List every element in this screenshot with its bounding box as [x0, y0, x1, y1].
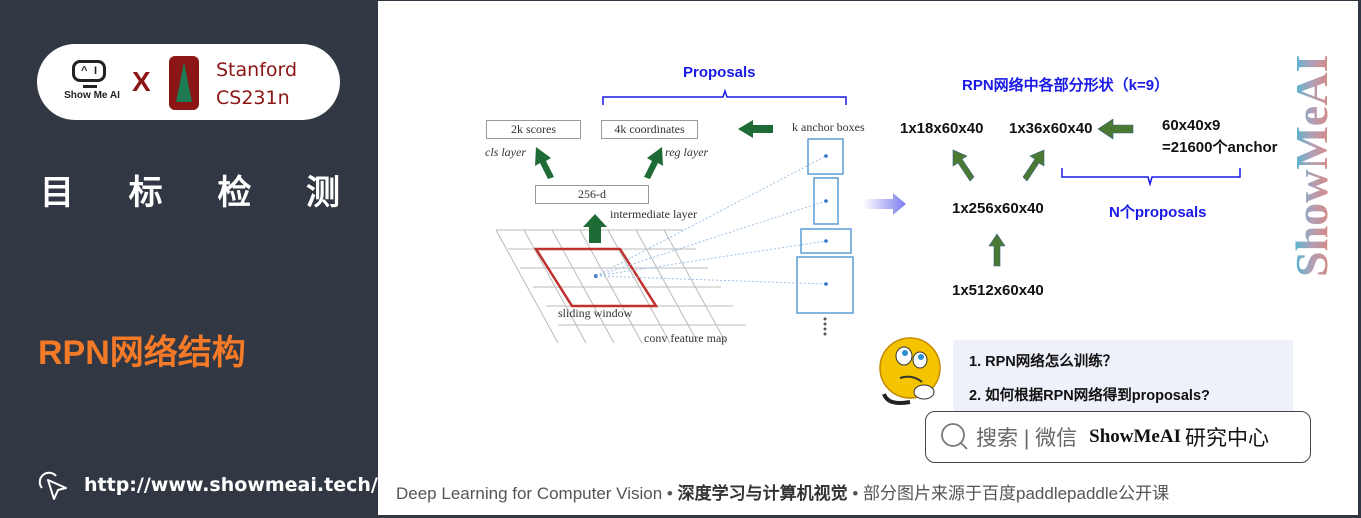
question-1: 1. RPN网络怎么训练？ [969, 354, 1118, 370]
arrow-to-reg-shape-icon [1022, 149, 1045, 182]
slide-footer: Deep Learning for Computer Vision • 深度学习… [396, 484, 1170, 503]
n-proposals-bracket [1061, 168, 1241, 187]
input-shape: 1x512x60x40 [952, 282, 1044, 299]
reg-layer-label: reg layer [665, 145, 709, 159]
thinking-face-icon [879, 337, 941, 405]
feature-map-grid [495, 229, 746, 344]
transition-arrow-icon [863, 193, 906, 215]
anchor-boxes-label: k anchor boxes [792, 120, 865, 134]
more-anchors-dots [823, 317, 827, 336]
cls-layer-label: cls layer [485, 145, 526, 159]
search-prefix: 搜索 | 微信 [976, 427, 1078, 450]
anchors-count-line1: 60x40x9 [1162, 117, 1221, 134]
input-arrow-icon [988, 233, 1006, 267]
stanford-course-title: Stanford CS231n [216, 59, 298, 109]
anchors-count-line2: =21600个anchor [1162, 139, 1278, 156]
feature-map-label: conv feature map [644, 331, 728, 345]
n-proposals-label: N个proposals [1109, 204, 1207, 221]
anchors-arrow-icon [1097, 118, 1134, 140]
left-arrow-icon [738, 120, 773, 138]
wechat-search-box[interactable]: 搜索 | 微信 ShowMeAI 研究中心 [925, 411, 1311, 463]
category-title: 目 标 检 测 [40, 174, 340, 212]
up-arrow-icon [583, 214, 607, 243]
search-icon [941, 423, 968, 450]
showmeai-watermark: ShowMeAI [1286, 55, 1337, 277]
arrow-to-reg-icon [644, 147, 663, 179]
section-title: RPN网络结构 [38, 334, 246, 372]
arrow-to-cls-icon [535, 147, 554, 179]
arrow-to-cls-shape-icon [952, 149, 975, 182]
reg-shape: 1x36x60x40 [1009, 120, 1093, 137]
search-suffix: 研究中心 [1184, 427, 1269, 450]
intermediate-box: 256-d [535, 185, 649, 204]
site-link[interactable]: http://www.showmeai.tech/ [36, 468, 378, 502]
showmeai-logo: ^ I Show Me AI [59, 60, 125, 108]
anchor-boxes [796, 138, 854, 314]
intermediate-shape: 1x256x60x40 [952, 200, 1044, 217]
intermediate-layer-label: intermediate layer [610, 207, 697, 221]
svg-text:ShowMeAI: ShowMeAI [1286, 55, 1337, 277]
sidebar: ^ I Show Me AI X Stanford CS231n 目 标 检 测 … [0, 0, 378, 518]
shapes-title: RPN网络中各部分形状（k=9） [962, 77, 1170, 94]
coordinates-box: 4k coordinates [601, 120, 698, 139]
sliding-window-label: sliding window [558, 306, 633, 320]
question-2: 2. 如何根据RPN网络得到proposals? [969, 388, 1210, 404]
scores-box: 2k scores [486, 120, 581, 139]
cross-mark: X [132, 66, 151, 97]
questions-box: 1. RPN网络怎么训练？ 2. 如何根据RPN网络得到proposals? [953, 340, 1293, 414]
proposals-bracket [602, 88, 847, 105]
showmeai-logo-text: Show Me AI [64, 90, 120, 101]
stanford-tree-icon [169, 56, 199, 110]
slide: Proposals 2k scores 4k coordinates cls l… [378, 1, 1358, 515]
search-brand: ShowMeAI [1089, 426, 1181, 447]
cls-shape: 1x18x60x40 [900, 120, 984, 137]
robot-screen-icon: ^ I [72, 60, 106, 82]
cursor-click-icon [38, 471, 67, 500]
course-logo[interactable]: ^ I Show Me AI X Stanford CS231n [37, 44, 340, 120]
